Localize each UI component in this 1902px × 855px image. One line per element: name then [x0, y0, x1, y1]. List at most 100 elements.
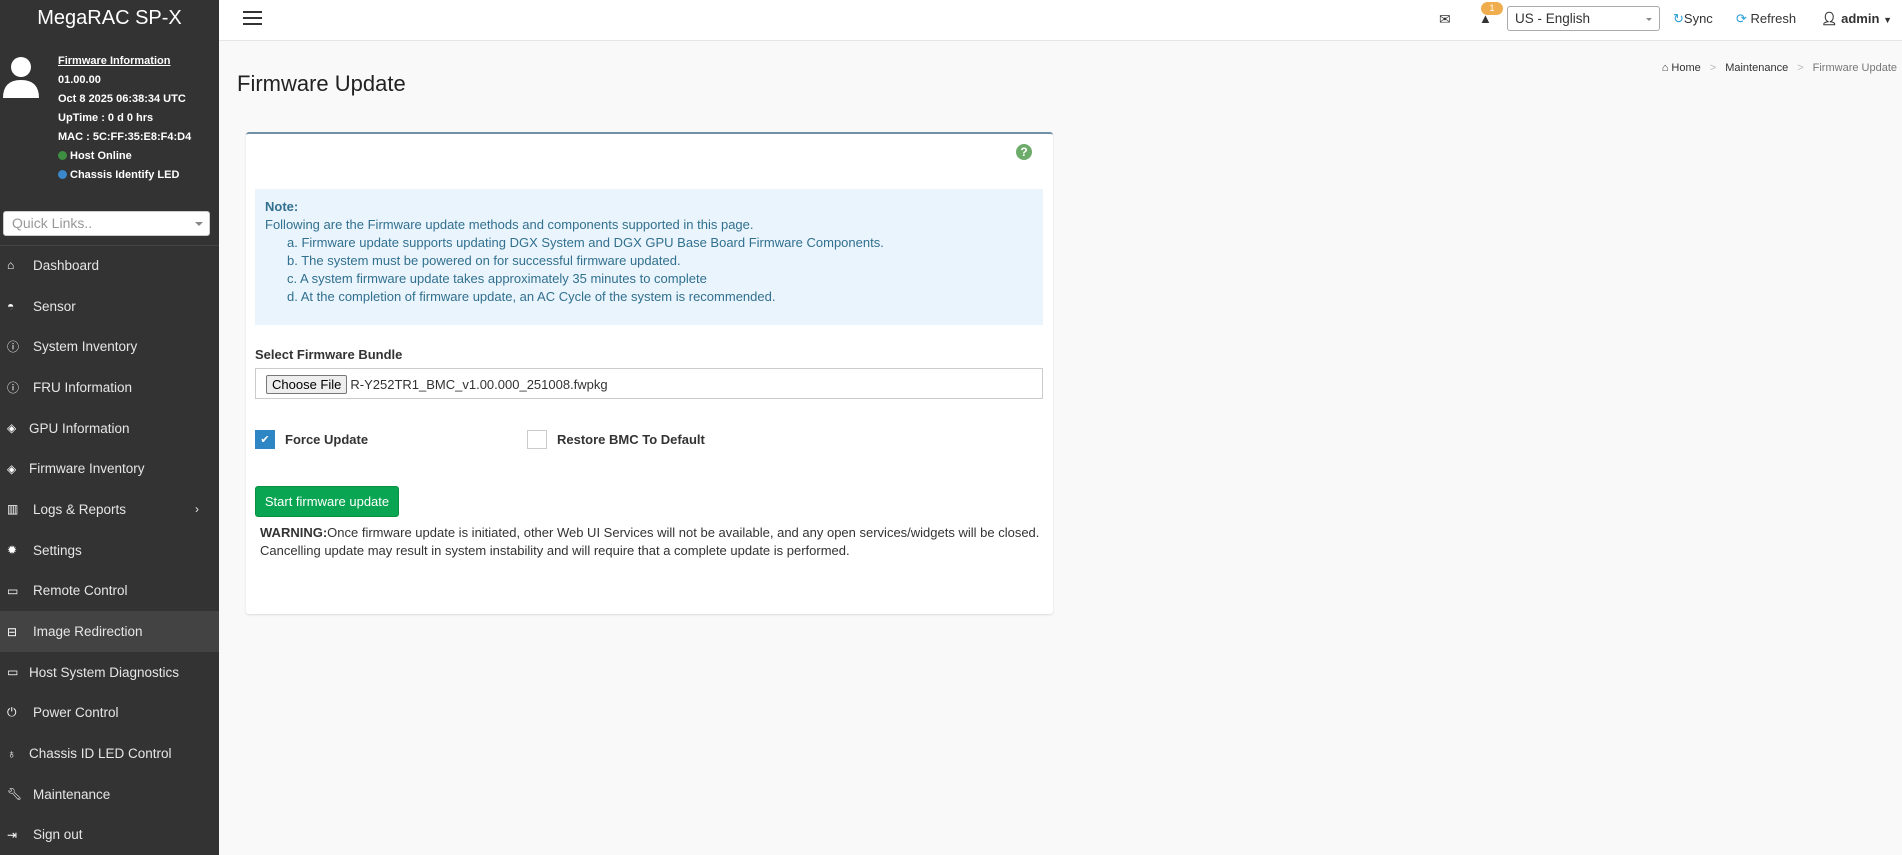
sidebar-item-label: FRU Information	[33, 379, 133, 395]
mail-icon[interactable]: ✉	[1439, 0, 1451, 40]
user-menu[interactable]: 👤︎ admin ▼	[1821, 0, 1892, 40]
sidebar-item-label: GPU Information	[29, 420, 130, 436]
sidebar-item-dashboard[interactable]: ⌂ Dashboard	[0, 245, 219, 286]
force-update-label: Force Update	[285, 432, 369, 447]
note-intro: Following are the Firmware update method…	[265, 217, 754, 232]
host-status-dot-icon	[58, 151, 67, 160]
start-firmware-update-button[interactable]: Start firmware update	[255, 486, 399, 517]
sidebar-item-power-control[interactable]: ⏻ Power Control	[0, 693, 219, 734]
sidebar-item-image-redirection[interactable]: ⊟ Image Redirection	[0, 611, 219, 652]
sidebar-item-fru-information[interactable]: ⓘ FRU Information	[0, 367, 219, 408]
uptime: UpTime : 0 d 0 hrs	[58, 112, 154, 124]
sidebar-item-label: Image Redirection	[33, 624, 143, 640]
sidebar-item-label: Sensor	[33, 298, 76, 314]
sidebar: MegaRAC SP-X Firmware Information 01.00.…	[0, 0, 219, 855]
sidebar-item-label: Remote Control	[33, 583, 128, 599]
info-icon: ⓘ	[7, 340, 20, 355]
sidebar-item-logs-reports[interactable]: ▥ Logs & Reports ›	[0, 489, 219, 530]
drive-icon: ⊟	[7, 624, 18, 639]
monitor-icon: ▭	[7, 583, 19, 598]
cube-icon: ◈	[7, 461, 17, 476]
sidebar-item-gpu-information[interactable]: ◈ GPU Information	[0, 408, 219, 449]
force-update-checkbox[interactable]: ✔	[255, 430, 275, 449]
bmc-datetime: Oct 8 2025 06:38:34 UTC	[58, 93, 186, 105]
bar-chart-icon: ▥	[7, 502, 19, 517]
quick-links-select[interactable]: Quick Links..	[3, 211, 210, 236]
refresh-button[interactable]: ⟳ Refresh	[1736, 0, 1796, 40]
sidebar-item-label: System Inventory	[33, 339, 138, 355]
sidebar-item-settings[interactable]: ✹ Settings	[0, 530, 219, 571]
sidebar-item-label: Dashboard	[33, 257, 100, 273]
breadcrumb-current: Firmware Update	[1812, 62, 1897, 74]
sidebar-item-label: Firmware Inventory	[29, 461, 145, 477]
note-box: Note: Following are the Firmware update …	[255, 189, 1043, 325]
firmware-update-panel: ? Note: Following are the Firmware updat…	[246, 132, 1053, 614]
refresh-icon: ⟳	[1736, 11, 1747, 26]
file-name: R-Y252TR1_BMC_v1.00.000_251008.fwpkg	[350, 377, 608, 392]
check-icon: ✔	[260, 434, 270, 446]
chevron-down-icon	[195, 222, 203, 226]
note-title: Note:	[265, 199, 299, 214]
sidebar-item-host-system-diagnostics[interactable]: ▭ Host System Diagnostics	[0, 652, 219, 693]
monitor-icon: ▭	[7, 665, 19, 680]
firmware-information-link[interactable]: Firmware Information	[58, 52, 191, 71]
breadcrumb: ⌂ Home > Maintenance > Firmware Update	[1661, 62, 1897, 74]
bundle-label: Select Firmware Bundle	[255, 347, 403, 362]
firmware-file-input[interactable]: Choose File R-Y252TR1_BMC_v1.00.000_25100…	[255, 368, 1043, 399]
host-status: Host Online	[70, 150, 132, 162]
note-item: d. At the completion of firmware update,…	[287, 289, 776, 304]
chevron-down-icon	[1646, 18, 1652, 21]
sidebar-item-firmware-inventory[interactable]: ◈ Firmware Inventory	[0, 448, 219, 489]
home-icon: ⌂	[7, 258, 15, 273]
gear-icon: ✹	[7, 543, 18, 558]
warning-text: WARNING:Once firmware update is initiate…	[260, 524, 1039, 560]
note-item: a. Firmware update supports updating DGX…	[287, 235, 884, 250]
sidebar-item-label: Host System Diagnostics	[29, 664, 180, 680]
breadcrumb-maintenance[interactable]: Maintenance	[1725, 62, 1788, 74]
sidebar-item-maintenance[interactable]: 🔧︎ Maintenance	[0, 774, 219, 815]
chevron-right-icon: ›	[195, 502, 199, 517]
user-name: admin	[1841, 11, 1880, 26]
firmware-version: 01.00.00	[58, 74, 101, 86]
brand-title: MegaRAC SP-X	[37, 7, 182, 29]
sign-out-icon: ⇥	[7, 827, 18, 842]
sidebar-item-label: Logs & Reports	[33, 501, 127, 517]
refresh-label: Refresh	[1750, 11, 1797, 26]
choose-file-button[interactable]: Choose File	[266, 375, 348, 394]
warning-label: WARNING:	[260, 525, 328, 540]
sidebar-item-chassis-id-led-control[interactable]: ♁ Chassis ID LED Control	[0, 733, 219, 774]
sidebar-item-sensor[interactable]: ◓ Sensor	[0, 286, 219, 327]
note-item: c. A system firmware update takes approx…	[287, 271, 707, 286]
sidebar-item-remote-control[interactable]: ▭ Remote Control	[0, 571, 219, 612]
mac-address: MAC : 5C:FF:35:E8:F4:D4	[58, 131, 192, 143]
hamburger-menu-icon[interactable]	[243, 11, 262, 25]
restore-default-label: Restore BMC To Default	[557, 432, 705, 447]
sidebar-item-label: Power Control	[33, 705, 119, 721]
sync-button[interactable]: ↻Sync	[1673, 0, 1713, 40]
help-icon[interactable]: ?	[1016, 144, 1032, 160]
sidebar-item-system-inventory[interactable]: ⓘ System Inventory	[0, 326, 219, 367]
language-select[interactable]: US - English	[1507, 6, 1660, 31]
sidebar-item-label: Chassis ID LED Control	[29, 746, 172, 762]
sidebar-item-sign-out[interactable]: ⇥ Sign out	[0, 815, 219, 855]
page-title: Firmware Update	[237, 71, 406, 96]
sync-label: Sync	[1683, 11, 1713, 26]
power-icon: ⏻	[7, 705, 17, 720]
user-icon: 👤︎	[1821, 11, 1838, 26]
alert-count-badge: 1	[1481, 2, 1503, 15]
cube-icon: ◈	[7, 421, 17, 436]
restore-default-checkbox[interactable]	[527, 430, 547, 449]
note-item: b. The system must be powered on for suc…	[287, 253, 681, 268]
chassis-led-dot-icon	[58, 170, 67, 179]
wrench-icon: 🔧︎	[7, 787, 23, 802]
sidebar-item-label: Maintenance	[33, 786, 111, 802]
warning-line: Cancelling update may result in system i…	[260, 543, 850, 558]
warning-line: Once firmware update is initiated, other…	[327, 525, 1040, 540]
info-icon: ⓘ	[7, 380, 20, 395]
sidebar-menu: ⌂ Dashboard ◓ Sensor ⓘ System Inventory ⓘ FR…	[0, 245, 219, 855]
caret-down-icon: ▼	[1883, 15, 1892, 25]
breadcrumb-home[interactable]: Home	[1671, 62, 1700, 74]
lightbulb-icon: ♁	[7, 746, 16, 761]
language-value: US - English	[1515, 11, 1591, 26]
home-icon: ⌂	[1661, 62, 1669, 74]
